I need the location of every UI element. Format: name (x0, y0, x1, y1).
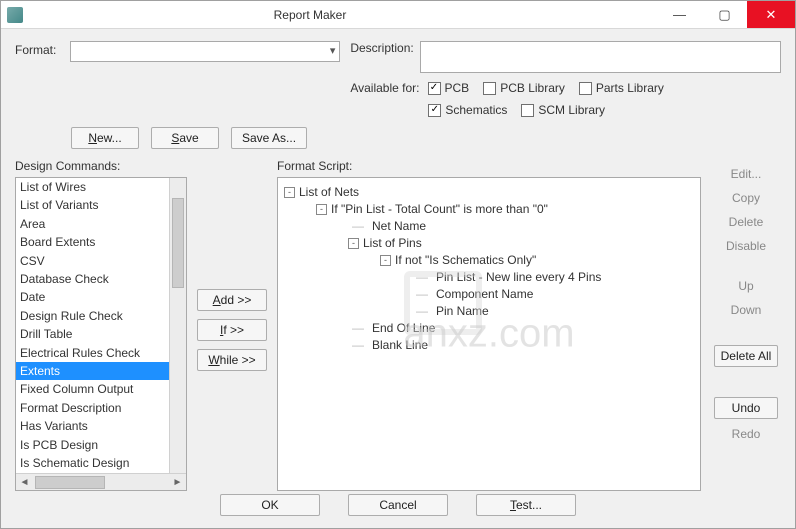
format-combo[interactable] (70, 41, 340, 62)
collapse-icon[interactable]: - (380, 255, 391, 266)
new-button[interactable]: New... (71, 127, 139, 149)
available-for-label: Available for: (350, 81, 419, 95)
tree-row[interactable]: —Pin Name (284, 303, 694, 320)
tree-node-label: Pin List - New line every 4 Pins (436, 269, 601, 286)
tree-row[interactable]: —Pin List - New line every 4 Pins (284, 269, 694, 286)
save-button[interactable]: Save (151, 127, 219, 149)
list-item[interactable]: Fixed Column Output (16, 380, 186, 398)
delete-all-button[interactable]: Delete All (714, 345, 778, 367)
list-item[interactable]: Is PCB Design (16, 436, 186, 454)
description-label: Description: (350, 41, 413, 55)
tree-row[interactable]: —End Of Line (284, 320, 694, 337)
list-item[interactable]: Date (16, 288, 186, 306)
list-item[interactable]: List of Variants (16, 196, 186, 214)
tree-node-label: Net Name (372, 218, 426, 235)
format-label: Format: (15, 41, 56, 57)
tree-node-label: List of Nets (299, 184, 359, 201)
tree-row[interactable]: -If "Pin List - Total Count" is more tha… (284, 201, 694, 218)
list-item[interactable]: Extents (16, 362, 186, 380)
list-item[interactable]: Drill Table (16, 325, 186, 343)
window-controls: — ▢ ✕ (657, 1, 795, 28)
design-commands-label: Design Commands: (15, 159, 187, 173)
test-button[interactable]: Test... (476, 494, 576, 516)
scroll-left-icon[interactable]: ◄ (16, 477, 33, 488)
list-item[interactable]: Area (16, 215, 186, 233)
list-item[interactable]: Database Check (16, 270, 186, 288)
report-maker-window: Report Maker — ▢ ✕ Format: Description: … (0, 0, 796, 529)
save-as-button[interactable]: Save As... (231, 127, 307, 149)
format-script-tree[interactable]: anxz.com -List of Nets-If "Pin List - To… (277, 177, 701, 491)
design-commands-listbox[interactable]: List of WiresList of VariantsAreaBoard E… (15, 177, 187, 491)
list-item[interactable]: Board Extents (16, 233, 186, 251)
ok-button[interactable]: OK (220, 494, 320, 516)
tree-branch-icon: — (412, 303, 432, 320)
down-button[interactable]: Down (711, 301, 781, 319)
copy-button[interactable]: Copy (711, 189, 781, 207)
list-item[interactable]: CSV (16, 252, 186, 270)
window-title: Report Maker (0, 8, 657, 22)
check-icon (483, 82, 496, 95)
while-button[interactable]: While >> (197, 349, 267, 371)
horizontal-scrollbar[interactable]: ◄ ► (16, 473, 186, 490)
tree-row[interactable]: -If not "Is Schematics Only" (284, 252, 694, 269)
tree-row[interactable]: -List of Pins (284, 235, 694, 252)
collapse-icon[interactable]: - (348, 238, 359, 249)
checkbox-schematics[interactable]: Schematics (428, 103, 507, 117)
list-item[interactable]: Has Variants (16, 417, 186, 435)
add-button[interactable]: Add >> (197, 289, 267, 311)
tree-node-label: List of Pins (363, 235, 422, 252)
check-icon (428, 104, 441, 117)
checkbox-pcb[interactable]: PCB (428, 81, 470, 95)
up-button[interactable]: Up (711, 277, 781, 295)
if-button[interactable]: If >> (197, 319, 267, 341)
tree-node-label: Blank Line (372, 337, 428, 354)
tree-branch-icon: — (348, 218, 368, 235)
tree-row[interactable]: —Component Name (284, 286, 694, 303)
tree-node-label: If "Pin List - Total Count" is more than… (331, 201, 548, 218)
collapse-icon[interactable]: - (316, 204, 327, 215)
titlebar: Report Maker — ▢ ✕ (1, 1, 795, 29)
tree-node-label: Component Name (436, 286, 533, 303)
tree-row[interactable]: -List of Nets (284, 184, 694, 201)
format-script-label: Format Script: (277, 159, 701, 173)
check-icon (579, 82, 592, 95)
list-item[interactable]: Electrical Rules Check (16, 344, 186, 362)
tree-node-label: Pin Name (436, 303, 489, 320)
edit-button[interactable]: Edit... (711, 165, 781, 183)
collapse-icon[interactable]: - (284, 187, 295, 198)
tree-row[interactable]: —Blank Line (284, 337, 694, 354)
scroll-right-icon[interactable]: ► (169, 477, 186, 488)
redo-button[interactable]: Redo (711, 425, 781, 443)
tree-node-label: If not "Is Schematics Only" (395, 252, 536, 269)
tree-branch-icon: — (348, 320, 368, 337)
tree-branch-icon: — (412, 269, 432, 286)
undo-button[interactable]: Undo (714, 397, 778, 419)
maximize-button[interactable]: ▢ (702, 1, 747, 28)
check-icon (428, 82, 441, 95)
tree-branch-icon: — (348, 337, 368, 354)
checkbox-parts-library[interactable]: Parts Library (579, 81, 664, 95)
tree-branch-icon: — (412, 286, 432, 303)
tree-row[interactable]: —Net Name (284, 218, 694, 235)
description-input[interactable] (420, 41, 781, 73)
vertical-scrollbar[interactable] (169, 178, 186, 473)
check-icon (521, 104, 534, 117)
minimize-button[interactable]: — (657, 1, 702, 28)
list-item[interactable]: Is Schematic Design (16, 454, 186, 472)
cancel-button[interactable]: Cancel (348, 494, 448, 516)
tree-node-label: End Of Line (372, 320, 435, 337)
close-button[interactable]: ✕ (747, 1, 795, 28)
list-item[interactable]: List of Wires (16, 178, 186, 196)
list-item[interactable]: Format Description (16, 399, 186, 417)
checkbox-pcb-library[interactable]: PCB Library (483, 81, 565, 95)
list-item[interactable]: Design Rule Check (16, 307, 186, 325)
disable-button[interactable]: Disable (711, 237, 781, 255)
delete-button[interactable]: Delete (711, 213, 781, 231)
checkbox-scm-library[interactable]: SCM Library (521, 103, 605, 117)
